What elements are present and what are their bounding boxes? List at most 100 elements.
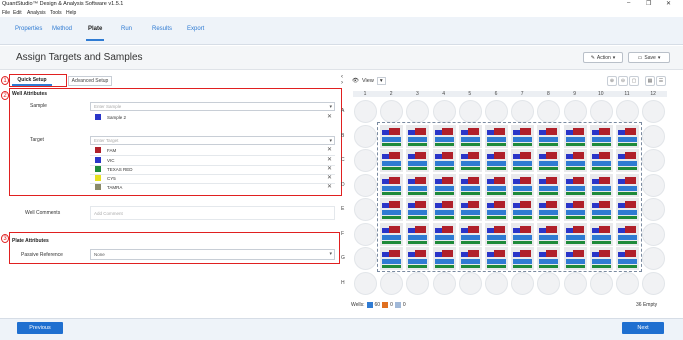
plate-well-empty[interactable] [589,100,613,123]
row-label[interactable]: G [341,255,345,261]
save-button[interactable]: ▭ Save ▾ [628,52,670,63]
grid-view-icon[interactable]: ▦ [645,76,655,86]
plate-well-empty[interactable] [354,100,377,123]
menu-edit[interactable]: Edit [13,10,22,16]
tab-export[interactable]: Export [187,26,204,32]
column-label[interactable]: 4 [442,91,445,97]
plate-well-empty[interactable] [354,222,377,246]
plate-well-empty[interactable] [642,198,666,221]
remove-target-icon[interactable]: ✕ [327,146,332,153]
sample-input[interactable]: Enter Sample ▾ [90,102,335,111]
row-label[interactable]: F [341,231,344,237]
plate-well-empty[interactable] [485,100,508,123]
maximize-button[interactable]: ❐ [646,0,651,7]
plate-well-empty[interactable] [563,271,587,295]
plate-well-empty[interactable] [511,100,535,123]
remove-target-icon[interactable]: ✕ [327,174,332,181]
plate-well-empty[interactable] [354,149,377,172]
plate-well-empty[interactable] [511,271,535,295]
collapse-panel-handle[interactable]: ‹ › [341,74,343,86]
list-view-icon[interactable]: ☰ [656,76,666,86]
plate-well-empty[interactable] [380,271,404,295]
plate-well-empty[interactable] [354,173,377,197]
target-row[interactable]: TEXAS RED [95,165,133,173]
row-label[interactable]: H [341,280,345,286]
plate-well-empty[interactable] [642,100,666,123]
plate-well-empty[interactable] [354,271,377,295]
column-label[interactable]: 2 [390,91,393,97]
tab-quick-setup[interactable]: Quick Setup [12,76,52,86]
plate-well-empty[interactable] [406,100,430,123]
minimize-button[interactable]: – [627,0,630,6]
column-label[interactable]: 7 [521,91,524,97]
remove-target-icon[interactable]: ✕ [327,183,332,190]
target-row[interactable]: VIC [95,156,115,164]
column-label[interactable]: 5 [468,91,471,97]
tab-properties[interactable]: Properties [15,26,42,32]
passive-reference-select[interactable]: None ▾ [90,249,335,260]
column-label[interactable]: 11 [624,91,629,97]
row-label[interactable]: D [341,182,345,188]
menu-file[interactable]: File [2,10,10,16]
plate-well-empty[interactable] [432,100,456,123]
target-row[interactable]: CY5 [95,174,116,182]
plate-well-empty[interactable] [354,198,377,221]
row-label[interactable]: A [341,108,344,114]
tab-results[interactable]: Results [152,26,172,32]
plate-well-empty[interactable] [589,271,613,295]
plate-well-empty[interactable] [616,271,639,295]
column-label[interactable]: 10 [598,91,604,97]
remove-target-icon[interactable]: ✕ [327,165,332,172]
target-input[interactable]: Enter Target ▾ [90,136,335,145]
zoom-in-icon[interactable]: ⊕ [607,76,617,86]
well-comments-input[interactable]: Add Comment [90,206,335,220]
tab-plate[interactable]: Plate [85,26,105,41]
column-label[interactable]: 9 [573,91,576,97]
column-label[interactable]: 12 [650,91,656,97]
plate-well-empty[interactable] [642,149,666,172]
plate-well-empty[interactable] [432,271,456,295]
plate-well-empty[interactable] [642,247,666,270]
next-button[interactable]: Next [622,322,664,334]
tab-method[interactable]: Method [52,26,72,32]
close-window-button[interactable]: ✕ [666,0,671,7]
column-label[interactable]: 1 [364,91,367,97]
row-label[interactable]: B [341,133,344,139]
fit-icon[interactable]: ▢ [629,76,639,86]
plate-well-empty[interactable] [642,124,666,148]
column-label[interactable]: 8 [547,91,550,97]
target-row[interactable]: TAMRA [95,183,122,191]
plate-well-empty[interactable] [563,100,587,123]
plate-well-empty[interactable] [642,271,666,295]
previous-button[interactable]: Previous [17,322,63,334]
menu-analysis[interactable]: Analysis [27,10,46,16]
row-label[interactable]: C [341,157,345,163]
plate-well-empty[interactable] [406,271,430,295]
tab-run[interactable]: Run [121,26,132,32]
menu-help[interactable]: Help [66,10,76,16]
plate-well-empty[interactable] [354,247,377,270]
column-label[interactable]: 3 [416,91,419,97]
tab-advanced-setup[interactable]: Advanced Setup [68,76,112,86]
column-label[interactable]: 6 [495,91,498,97]
view-selector[interactable]: 👁 View ▾ [352,76,386,86]
divider [90,155,335,156]
plate-well-empty[interactable] [537,271,561,295]
plate-well-empty[interactable] [458,271,482,295]
remove-sample-icon[interactable]: ✕ [327,113,332,120]
plate-well-empty[interactable] [537,100,561,123]
target-row[interactable]: FAM [95,146,116,154]
menu-tools[interactable]: Tools [50,10,62,16]
remove-target-icon[interactable]: ✕ [327,156,332,163]
sample-row[interactable]: Sample 2 [95,113,126,121]
plate-well-empty[interactable] [354,124,377,148]
row-label[interactable]: E [341,206,344,212]
plate-well-empty[interactable] [485,271,508,295]
plate-well-empty[interactable] [616,100,639,123]
plate-well-empty[interactable] [458,100,482,123]
action-button[interactable]: ✎ Action ▾ [583,52,623,63]
plate-well-empty[interactable] [642,173,666,197]
zoom-out-icon[interactable]: ⊖ [618,76,628,86]
plate-well-empty[interactable] [642,222,666,246]
plate-well-empty[interactable] [380,100,404,123]
